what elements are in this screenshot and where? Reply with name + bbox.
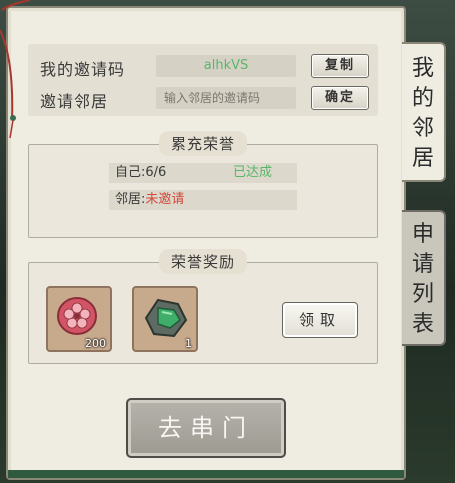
tab-application-list-char: 申: [411, 222, 434, 247]
self-status: 已达成: [233, 165, 273, 180]
plum-token-count: 200: [85, 337, 106, 350]
reward-item-plum-token[interactable]: 200: [46, 286, 112, 352]
panel-bottom-strip: [8, 470, 404, 478]
tab-my-neighbors[interactable]: 我 的 邻 居: [402, 42, 446, 182]
honor-title: 累充荣誉: [158, 131, 247, 156]
visit-button[interactable]: 去串门: [126, 398, 286, 458]
invite-section: 我的邀请码 alhkVS 复制 邀请邻居 输入邻居的邀请码 确定: [28, 44, 378, 116]
tab-application-list-char: 表: [411, 312, 434, 337]
invite-code-input[interactable]: 输入邻居的邀请码: [156, 87, 296, 109]
reward-item-jade-stone[interactable]: 1: [132, 286, 198, 352]
neighbor-status: 未邀请: [145, 192, 185, 207]
tab-application-list-char: 列: [411, 282, 434, 307]
tab-application-list-char: 请: [411, 252, 434, 277]
invite-neighbor-label: 邀请邻居: [40, 92, 109, 111]
claim-button[interactable]: 领取: [282, 302, 358, 338]
neighbor-progress-row: 邻居:未邀请: [109, 190, 297, 210]
tab-my-neighbors-char: 我: [411, 56, 434, 81]
tab-my-neighbors-char: 邻: [411, 116, 434, 141]
reward-title: 荣誉奖励: [158, 249, 247, 274]
tab-application-list[interactable]: 申 请 列 表: [402, 210, 446, 346]
my-code-label: 我的邀请码: [40, 60, 126, 79]
jade-stone-count: 1: [185, 337, 192, 350]
tab-my-neighbors-char: 的: [411, 86, 434, 111]
honor-box: 累充荣誉 自己:6/6 已达成 邻居:未邀请: [28, 131, 378, 238]
my-code-value: alhkVS: [156, 55, 296, 77]
copy-button[interactable]: 复制: [311, 54, 369, 78]
confirm-button[interactable]: 确定: [311, 86, 369, 110]
self-progress-label: 自己:6/6: [115, 165, 167, 180]
tab-my-neighbors-char: 居: [411, 146, 434, 171]
neighbor-progress-label: 邻居:: [115, 192, 146, 207]
self-progress-row: 自己:6/6 已达成: [109, 163, 297, 183]
